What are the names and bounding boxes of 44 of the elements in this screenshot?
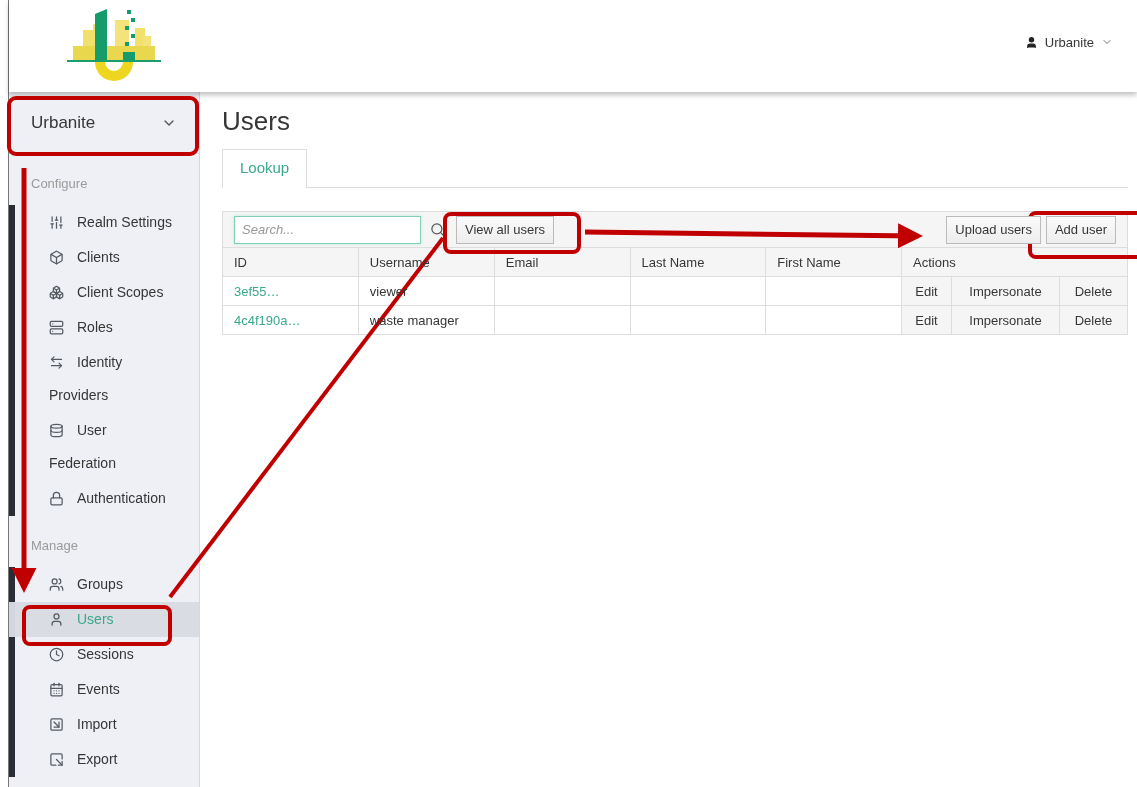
sidebar-item[interactable]: Import <box>9 707 199 742</box>
sidebar-item[interactable]: Clients <box>9 240 199 275</box>
section-heading: Configure <box>30 175 89 193</box>
server-icon <box>49 320 64 335</box>
cube-icon <box>49 250 64 265</box>
clock-icon <box>49 647 64 662</box>
action-link[interactable]: Delete <box>1059 276 1128 306</box>
sidebar-item[interactable]: Realm Settings <box>9 205 199 240</box>
import-icon <box>49 717 64 732</box>
action-link[interactable]: Impersonate <box>951 276 1060 306</box>
action-link[interactable]: Delete <box>1059 305 1128 335</box>
sliders-icon <box>49 215 64 230</box>
column-header: First Name <box>765 247 902 277</box>
sidebar-item[interactable]: Identity Providers <box>9 345 199 413</box>
page-title: Users <box>222 106 291 137</box>
user-name: Urbanite <box>1044 34 1094 50</box>
column-header: Actions <box>901 247 1128 277</box>
database-icon <box>49 423 64 438</box>
user-menu[interactable]: Urbanite <box>1024 34 1113 50</box>
user-icon <box>49 612 64 627</box>
export-icon <box>49 752 64 767</box>
sidebar-item[interactable]: Client Scopes <box>9 275 199 310</box>
sidebar-item[interactable]: Export <box>9 742 199 777</box>
sidebar-item[interactable]: Roles <box>9 310 199 345</box>
lock-icon <box>49 491 64 506</box>
column-header: Last Name <box>630 247 766 277</box>
sidebar-item[interactable]: User Federation <box>9 413 199 481</box>
users-icon <box>49 577 64 592</box>
cubes-icon <box>49 285 64 300</box>
calendar-icon <box>49 682 64 697</box>
column-header: ID <box>222 247 359 277</box>
column-header: Email <box>494 247 631 277</box>
section-heading: Manage <box>30 537 79 555</box>
search-icon[interactable] <box>430 222 445 237</box>
sidebar-item[interactable]: Authentication <box>9 481 199 516</box>
sidebar-item[interactable]: Events <box>9 672 199 707</box>
search-field[interactable]: Search... <box>234 215 421 244</box>
arrows-icon <box>49 355 64 370</box>
sidebar-item[interactable]: Sessions <box>9 637 199 672</box>
view-users-button[interactable]: View all users <box>456 215 554 244</box>
add-button[interactable]: Add user <box>1045 215 1116 244</box>
upload-button[interactable]: Upload users <box>946 215 1041 244</box>
action-link[interactable]: Impersonate <box>951 305 1060 335</box>
user-icon <box>1024 35 1038 49</box>
